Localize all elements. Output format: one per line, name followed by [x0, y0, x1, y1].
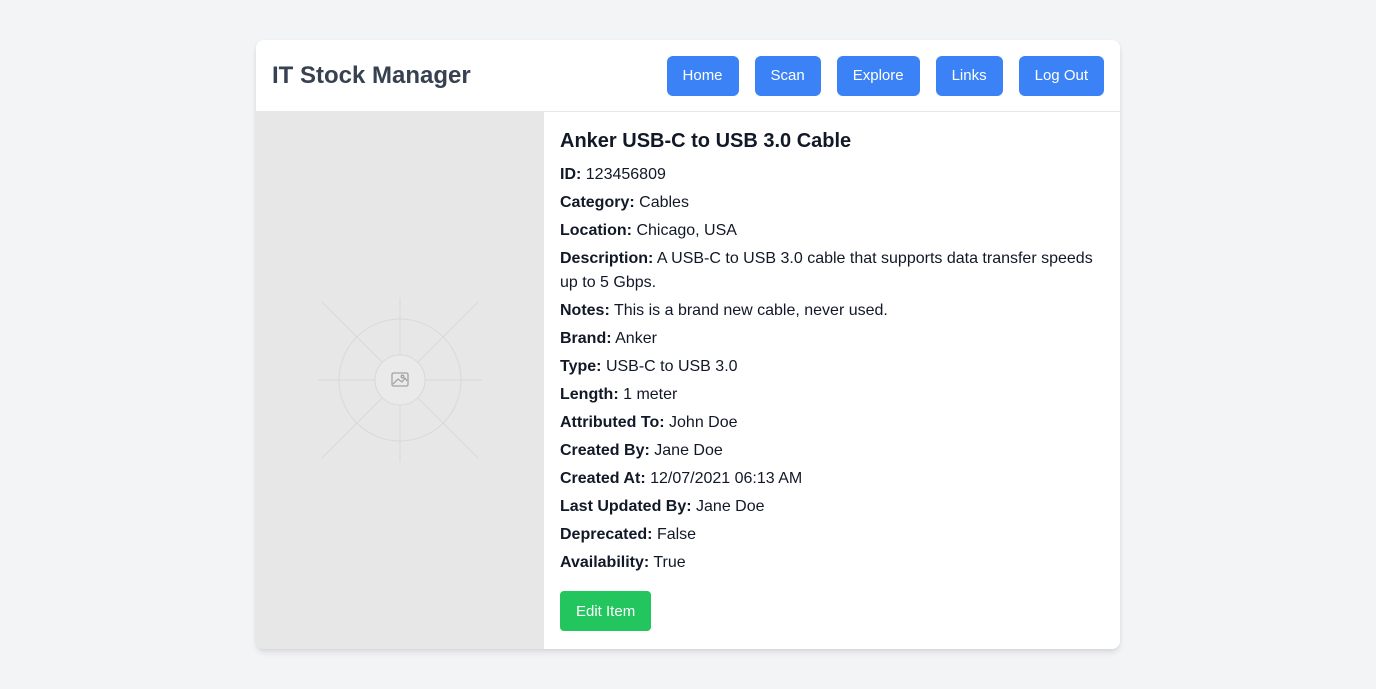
field-value: Anker	[615, 330, 657, 347]
field-value: Jane Doe	[696, 498, 765, 515]
field-label: Type:	[560, 358, 602, 375]
field-value: Jane Doe	[654, 442, 723, 459]
field-label: Description:	[560, 250, 654, 267]
field-label: Created By:	[560, 442, 650, 459]
home-button[interactable]: Home	[666, 55, 739, 96]
item-body: Anker USB-C to USB 3.0 Cable ID: 1234568…	[256, 112, 1120, 649]
field-attributed-to: Attributed To: John Doe	[560, 411, 1104, 435]
field-notes: Notes: This is a brand new cable, never …	[560, 299, 1104, 323]
item-details: Anker USB-C to USB 3.0 Cable ID: 1234568…	[544, 112, 1120, 649]
item-name: Anker USB-C to USB 3.0 Cable	[560, 130, 852, 152]
field-value: USB-C to USB 3.0	[605, 358, 738, 375]
field-type: Type: USB-C to USB 3.0	[560, 355, 1104, 379]
links-button[interactable]: Links	[935, 55, 1003, 96]
field-label: Brand:	[560, 330, 612, 347]
field-description: Description: A USB-C to USB 3.0 cable th…	[560, 247, 1104, 295]
field-label: Attributed To:	[560, 414, 665, 431]
field-label: Availability:	[560, 554, 650, 571]
field-brand: Brand: Anker	[560, 327, 1104, 351]
logout-button[interactable]: Log Out	[1018, 55, 1104, 96]
field-value: Chicago, USA	[636, 222, 737, 239]
field-id: ID: 123456809	[560, 163, 1104, 187]
field-category: Category: Cables	[560, 191, 1104, 215]
field-label: Category:	[560, 194, 635, 211]
field-availability: Availability: True	[560, 551, 1104, 575]
field-value: This is a brand new cable, never used.	[613, 302, 888, 319]
field-value: 12/07/2021 06:13 AM	[650, 470, 803, 487]
field-value: Cables	[639, 194, 689, 211]
field-label: Last Updated By:	[560, 498, 692, 515]
field-label: Length:	[560, 386, 619, 403]
field-value: False	[656, 526, 697, 543]
field-length: Length: 1 meter	[560, 383, 1104, 407]
field-value: John Doe	[669, 414, 738, 431]
explore-button[interactable]: Explore	[836, 55, 920, 96]
app-header: IT Stock Manager Home Scan Explore Links…	[256, 40, 1120, 112]
scan-button[interactable]: Scan	[754, 55, 821, 96]
field-label: ID:	[560, 166, 582, 183]
item-image-placeholder	[256, 112, 544, 649]
field-value: 123456809	[585, 166, 666, 183]
field-value: True	[653, 554, 686, 571]
main-nav: Home Scan Explore Links Log Out	[666, 55, 1104, 96]
app-title: IT Stock Manager	[272, 61, 471, 89]
item-card: IT Stock Manager Home Scan Explore Links…	[256, 40, 1120, 649]
field-label: Created At:	[560, 470, 646, 487]
field-last-updated-by: Last Updated By: Jane Doe	[560, 495, 1104, 519]
field-value: 1 meter	[623, 386, 678, 403]
edit-item-button[interactable]: Edit Item	[560, 591, 652, 631]
field-created-at: Created At: 12/07/2021 06:13 AM	[560, 467, 1104, 491]
field-label: Notes:	[560, 302, 610, 319]
field-location: Location: Chicago, USA	[560, 219, 1104, 243]
image-placeholder-icon	[318, 298, 482, 462]
field-created-by: Created By: Jane Doe	[560, 439, 1104, 463]
field-label: Deprecated:	[560, 526, 653, 543]
field-deprecated: Deprecated: False	[560, 523, 1104, 547]
field-label: Location:	[560, 222, 632, 239]
